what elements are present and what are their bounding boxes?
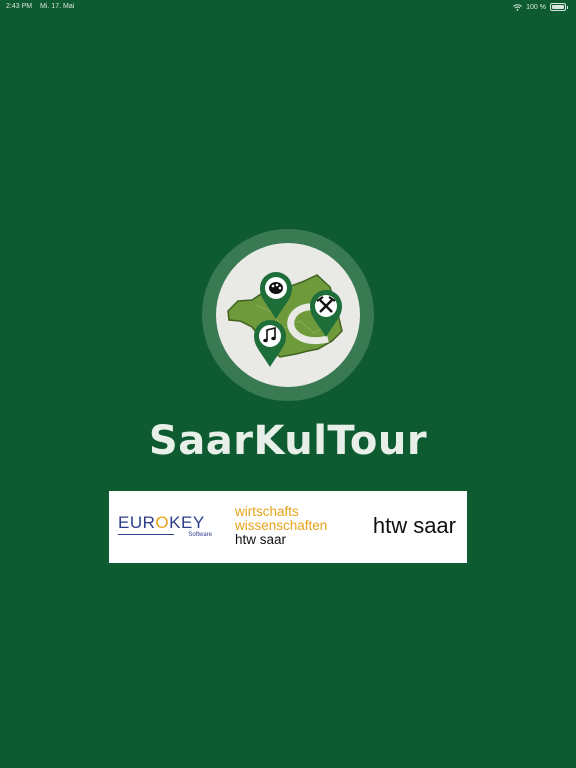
app-logo [202,229,374,401]
htw-logo: htw saar [372,513,456,538]
ww-logo: wirtschafts wissenschaften htw saar [235,504,328,547]
sponsor-banner: EUROKEY Software wirtschafts wissenschaf… [109,491,467,563]
status-time: 2:43 PM [6,3,33,10]
wifi-icon [513,3,523,11]
status-date: Mi. 17. Mai [40,3,75,10]
saarland-map-icon [227,272,343,367]
battery-icon [550,3,566,11]
music-note-icon [254,320,286,367]
battery-percent: 100 % [526,3,546,11]
status-bar: 2:43 PM Mi. 17. Mai 100 % [0,0,576,14]
eurokey-logo: EUROKEY Software [118,513,212,538]
app-title: SaarKulTour [148,418,428,464]
